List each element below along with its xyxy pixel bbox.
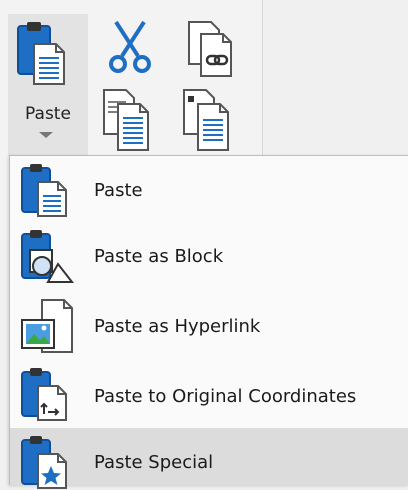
menu-item-label: Paste Special	[94, 452, 214, 473]
copy-link-icon[interactable]	[185, 20, 241, 78]
paste-original-coords-icon	[21, 368, 67, 421]
paste-special-icon	[21, 436, 67, 489]
copy-basepoint-icon[interactable]	[180, 88, 240, 152]
menu-item-paste-as-block[interactable]: Paste as Block	[10, 222, 408, 286]
paste-dropdown-menu: Paste Paste as Block Paste as Hyperlink	[9, 155, 408, 489]
paste-split-button[interactable]: Paste	[8, 14, 88, 156]
menu-item-paste-special[interactable]: Paste Special	[10, 428, 408, 489]
paste-hyperlink-icon	[21, 299, 73, 353]
menu-item-label: Paste to Original Coordinates	[94, 386, 357, 407]
menu-item-label: Paste as Hyperlink	[94, 316, 261, 337]
menu-item-paste-to-original-coordinates[interactable]: Paste to Original Coordinates	[10, 360, 408, 424]
menu-item-paste-as-hyperlink[interactable]: Paste as Hyperlink	[10, 292, 408, 356]
copy-icon[interactable]	[100, 88, 156, 152]
paste-label: Paste	[25, 104, 71, 124]
paste-icon	[17, 22, 65, 85]
menu-item-label: Paste	[94, 180, 143, 201]
cut-icon[interactable]	[108, 20, 152, 76]
paste-icon	[21, 164, 67, 217]
chevron-down-icon[interactable]	[39, 132, 53, 138]
menu-item-label: Paste as Block	[94, 246, 224, 267]
paste-block-icon	[21, 230, 75, 283]
menu-item-paste[interactable]: Paste	[10, 156, 408, 220]
